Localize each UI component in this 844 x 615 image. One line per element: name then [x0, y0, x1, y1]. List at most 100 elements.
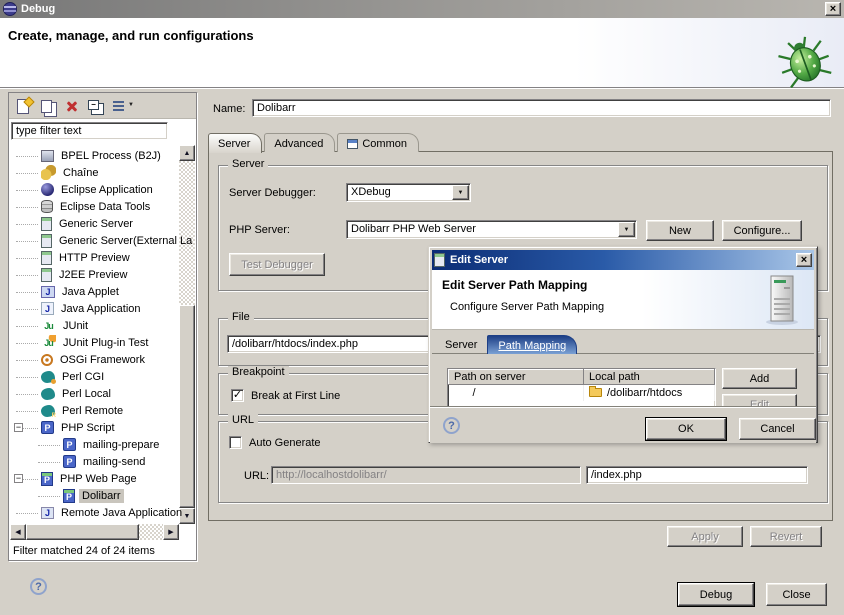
- url-path-input[interactable]: [587, 467, 807, 483]
- dialog-tab-label: Path Mapping: [498, 340, 566, 352]
- tree-item[interactable]: Chaîne: [10, 164, 179, 181]
- name-input[interactable]: [253, 100, 830, 116]
- path-mapping-row[interactable]: / /dolibarr/htdocs: [449, 385, 715, 401]
- chevron-down-icon[interactable]: ▼: [452, 185, 469, 200]
- tree-item-icon: [41, 318, 56, 333]
- tree-item-icon: [41, 234, 52, 248]
- filter-input[interactable]: [12, 123, 167, 139]
- tree-item[interactable]: PHP Script: [10, 419, 179, 436]
- php-server-combo[interactable]: Dolibarr PHP Web Server ▼: [346, 220, 637, 239]
- tree-item[interactable]: OSGi Framework: [10, 351, 179, 368]
- new-server-button[interactable]: New: [646, 220, 714, 241]
- cancel-button[interactable]: Cancel: [739, 418, 816, 440]
- tree-item-label: J2EE Preview: [56, 268, 130, 282]
- tree-item[interactable]: Generic Server: [10, 215, 179, 232]
- tree-item-label: PHP Script: [58, 421, 118, 435]
- collapse-all[interactable]: [85, 96, 107, 116]
- tab-label: Advanced: [274, 138, 323, 150]
- revert-button[interactable]: Revert: [750, 526, 822, 547]
- tree-item[interactable]: Java Application: [10, 300, 179, 317]
- dialog-help-icon[interactable]: ?: [443, 417, 460, 434]
- local-path-column[interactable]: Local path: [584, 370, 715, 385]
- dialog-header: Edit Server Path Mapping Configure Serve…: [432, 270, 814, 330]
- file-group-title: File: [228, 311, 254, 323]
- tree-item[interactable]: Eclipse Application: [10, 181, 179, 198]
- tree-item[interactable]: PHP Web Page: [10, 470, 179, 487]
- tree-item-icon: [63, 438, 76, 451]
- dialog-tab[interactable]: Path Mapping: [487, 335, 577, 354]
- tree-hscroll-thumb[interactable]: [26, 524, 139, 540]
- tree-item-icon: [41, 472, 53, 486]
- tree-item[interactable]: BPEL Process (B2J): [10, 147, 179, 164]
- tree-item-label: Generic Server(External La: [56, 234, 195, 248]
- tree-item[interactable]: Dolibarr: [10, 487, 179, 504]
- scroll-up-icon[interactable]: ▲: [179, 145, 195, 161]
- dialog-button-bar: ? OK Cancel: [430, 406, 816, 443]
- toolbar-icon: [39, 98, 57, 114]
- dialog-tab-label: Server: [445, 339, 477, 351]
- break-at-first-line-checkbox[interactable]: [231, 389, 244, 402]
- scroll-right-icon[interactable]: ▶: [163, 524, 179, 540]
- tab[interactable]: Server: [208, 133, 262, 153]
- delete-configuration[interactable]: [61, 96, 83, 116]
- tree-item-label: Remote Java Application: [58, 506, 185, 520]
- duplicate-configuration[interactable]: [37, 96, 59, 116]
- collapse-expander-icon[interactable]: [14, 423, 23, 432]
- tab[interactable]: Common: [337, 133, 419, 152]
- add-mapping-button[interactable]: Add: [722, 368, 797, 389]
- scroll-left-icon[interactable]: ◀: [10, 524, 26, 540]
- tree-item-label: Perl Remote: [59, 404, 126, 418]
- path-on-server-column[interactable]: Path on server: [449, 370, 584, 385]
- tree-item-icon: [41, 251, 52, 265]
- apply-button[interactable]: Apply: [667, 526, 743, 547]
- tree-item[interactable]: mailing-send: [10, 453, 179, 470]
- dialog-close-button[interactable]: ×: [796, 253, 812, 267]
- tree-item[interactable]: Perl Remote: [10, 402, 179, 419]
- tree-item[interactable]: Perl CGI: [10, 368, 179, 385]
- tree-item[interactable]: HTTP Preview: [10, 249, 179, 266]
- tree-vscroll-thumb[interactable]: [179, 305, 195, 508]
- tree-item[interactable]: mailing-prepare: [10, 436, 179, 453]
- tree-item[interactable]: Java Applet: [10, 283, 179, 300]
- tab[interactable]: Advanced: [264, 133, 335, 152]
- new-configuration[interactable]: [13, 96, 35, 116]
- tree-vertical-scrollbar[interactable]: ▲ ▼: [179, 145, 195, 524]
- tree-horizontal-scrollbar[interactable]: ◀ ▶: [10, 524, 179, 540]
- filter-menu-caret-icon[interactable]: ▼: [128, 102, 134, 108]
- configure-button[interactable]: Configure...: [722, 220, 802, 241]
- tree-item[interactable]: Eclipse Data Tools: [10, 198, 179, 215]
- debug-configurations-window: Debug × Create, manage, and run configur…: [0, 0, 844, 615]
- server-debugger-combo[interactable]: XDebug ▼: [346, 183, 471, 202]
- collapse-expander-icon[interactable]: [14, 474, 23, 483]
- tab-label: Server: [218, 138, 250, 150]
- debug-button[interactable]: Debug: [678, 583, 754, 606]
- banner: Create, manage, and run configurations: [0, 18, 844, 88]
- local-path-cell: /dolibarr/htdocs: [584, 385, 715, 401]
- test-debugger-button[interactable]: Test Debugger: [229, 253, 325, 276]
- tree-item[interactable]: Generic Server(External La: [10, 232, 179, 249]
- auto-generate-checkbox[interactable]: [229, 436, 242, 449]
- chevron-down-icon[interactable]: ▼: [618, 222, 635, 237]
- tree-item-icon: [41, 183, 54, 196]
- url-path-field: [586, 466, 808, 484]
- tree-item[interactable]: JUnit: [10, 317, 179, 334]
- window-close-button[interactable]: ×: [825, 2, 841, 16]
- ok-button[interactable]: OK: [646, 418, 726, 440]
- tree-item[interactable]: JUnit Plug-in Test: [10, 334, 179, 351]
- edit-server-dialog: Edit Server × Edit Server Path Mapping C…: [428, 246, 818, 443]
- tree-item-label: Eclipse Application: [58, 183, 156, 197]
- path-table-header: Path on server Local path: [449, 370, 715, 385]
- tree-item[interactable]: J2EE Preview: [10, 266, 179, 283]
- toolbar-icon: [87, 98, 105, 114]
- close-button[interactable]: Close: [766, 583, 827, 606]
- tree-item[interactable]: Remote Java Application: [10, 504, 179, 521]
- php-server-value: Dolibarr PHP Web Server: [347, 221, 617, 238]
- dialog-tab[interactable]: Server: [435, 335, 487, 354]
- tree-item[interactable]: Perl Local: [10, 385, 179, 402]
- tree-item-icon: [41, 405, 55, 417]
- tree-item-icon: [41, 388, 55, 400]
- server-debugger-value: XDebug: [347, 184, 451, 201]
- server-icon: [434, 253, 445, 267]
- help-icon[interactable]: ?: [30, 578, 47, 595]
- title-bar: Debug ×: [0, 0, 844, 18]
